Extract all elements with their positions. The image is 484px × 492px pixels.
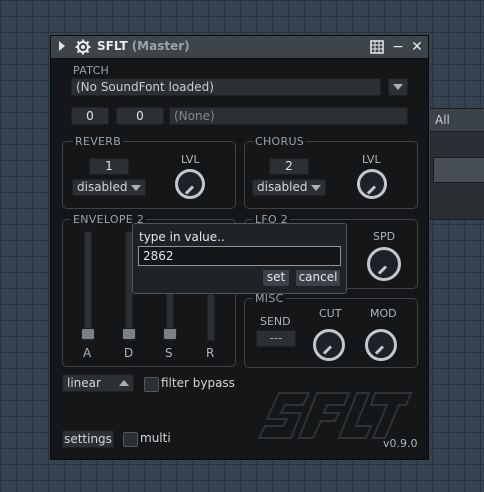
- curve-select-value: linear: [67, 376, 101, 390]
- gear-icon: [75, 39, 91, 55]
- patch-name-field: (None): [169, 107, 408, 125]
- side-panel: All: [428, 108, 484, 220]
- settings-button[interactable]: settings: [62, 430, 114, 448]
- side-panel-header[interactable]: All: [429, 109, 484, 132]
- value-input-popup: type in value.. 2862 set cancel: [132, 223, 347, 294]
- window-subtitle: (Master): [131, 39, 190, 53]
- cancel-button[interactable]: cancel: [295, 269, 341, 287]
- reverb-mode-value: disabled: [77, 180, 128, 194]
- lfo-spd-knob[interactable]: [367, 247, 401, 281]
- patch-label: PATCH: [73, 64, 110, 77]
- filter-bypass-checkbox[interactable]: [144, 377, 159, 392]
- curve-select[interactable]: linear: [62, 374, 134, 392]
- chorus-group: [244, 141, 418, 209]
- window-title: SFLT (Master): [97, 39, 190, 53]
- chorus-mode-select[interactable]: disabled: [252, 179, 326, 196]
- chevron-up-icon: [119, 380, 129, 386]
- misc-cut-label: CUT: [319, 307, 342, 320]
- reverb-number[interactable]: 1: [89, 158, 129, 175]
- slider-a-label: A: [83, 346, 92, 360]
- misc-send-value[interactable]: ---: [256, 330, 296, 347]
- set-button[interactable]: set: [262, 269, 290, 287]
- slider-d-label: D: [124, 346, 134, 360]
- knob-indicator: [322, 345, 333, 355]
- reverb-mode-select[interactable]: disabled: [72, 179, 146, 196]
- side-panel-box[interactable]: [433, 157, 484, 183]
- slider-d-handle[interactable]: [122, 328, 136, 340]
- slider-a-track[interactable]: [84, 231, 92, 341]
- minimize-icon[interactable]: −: [390, 39, 406, 55]
- knob-indicator: [377, 265, 388, 275]
- chorus-lvl-knob[interactable]: [357, 169, 387, 199]
- chorus-number[interactable]: 2: [269, 158, 309, 175]
- popup-title: type in value..: [139, 230, 225, 244]
- misc-mod-label: MOD: [370, 307, 397, 320]
- reverb-label: REVERB: [73, 135, 124, 148]
- bank-number[interactable]: 0: [71, 107, 109, 125]
- reverb-group: [62, 141, 236, 209]
- chevron-down-icon: [311, 185, 321, 191]
- knob-indicator: [184, 185, 195, 195]
- misc-mod-knob[interactable]: [365, 329, 397, 361]
- grid-icon[interactable]: [369, 39, 385, 55]
- program-number[interactable]: 0: [116, 107, 164, 125]
- lfo-spd-label: SPD: [373, 230, 396, 243]
- reverb-lvl-knob[interactable]: [175, 169, 205, 199]
- slider-r-track[interactable]: [207, 294, 215, 341]
- expand-arrow-icon[interactable]: [59, 41, 65, 51]
- misc-cut-knob[interactable]: [313, 329, 345, 361]
- multi-checkbox[interactable]: [123, 432, 138, 447]
- knob-indicator: [374, 345, 385, 355]
- chorus-lvl-label: LVL: [362, 153, 381, 166]
- filter-bypass-label: filter bypass: [161, 376, 235, 390]
- close-icon[interactable]: ✕: [409, 39, 425, 55]
- chevron-down-icon: [131, 185, 141, 191]
- reverb-lvl-label: LVL: [181, 153, 200, 166]
- version-label: v0.9.0: [383, 437, 418, 450]
- soundfont-dropdown-button[interactable]: [388, 78, 408, 96]
- slider-a-handle[interactable]: [81, 328, 95, 340]
- slider-r-label: R: [206, 346, 215, 360]
- misc-send-label: SEND: [260, 315, 291, 328]
- value-input[interactable]: 2862: [138, 246, 341, 266]
- slider-s-label: S: [165, 346, 173, 360]
- window-title-text: SFLT: [97, 39, 128, 53]
- chorus-label: CHORUS: [253, 135, 307, 148]
- slider-s-handle[interactable]: [163, 328, 177, 340]
- soundfont-field[interactable]: (No SoundFont loaded): [71, 78, 381, 96]
- chorus-mode-value: disabled: [257, 180, 308, 194]
- title-bar[interactable]: SFLT (Master) − ✕: [51, 36, 428, 59]
- chevron-down-icon: [393, 84, 403, 90]
- multi-label: multi: [140, 431, 171, 445]
- knob-indicator: [366, 185, 377, 195]
